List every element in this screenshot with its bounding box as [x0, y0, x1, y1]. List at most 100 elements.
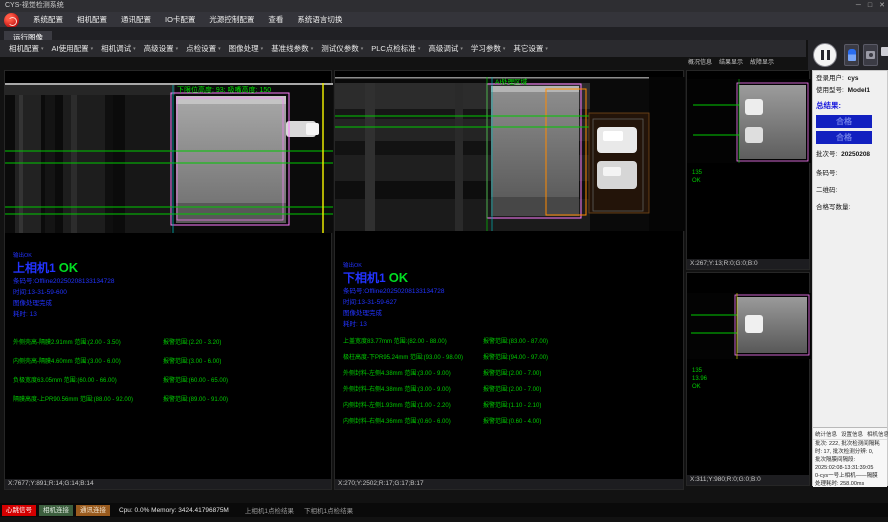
measurement-row: 极柱高度-下PR95.24mm 范围:(93.00 - 98.00) 报警范围:…	[343, 350, 679, 366]
lock-icon	[881, 47, 888, 56]
camera-name: 上相机1	[13, 261, 56, 275]
thumbnail-overlay-text: 135 OK	[692, 169, 702, 185]
toolbar-item-ai-config[interactable]: AI使用配置	[48, 43, 98, 54]
toolbar-item-spot-check-settings[interactable]: 点检设置	[182, 43, 225, 54]
tab-settings-info[interactable]: 设置信息	[841, 430, 863, 438]
menu-item-system-config[interactable]: 系统配置	[26, 12, 70, 27]
elapsed-line: 耗时: 13	[343, 319, 679, 330]
pixel-coordinates-readout: X:311;Y:980;R:0;G:0;B:0	[687, 475, 809, 485]
stat-line: 2025:02:08-13:31:39:05	[813, 464, 887, 472]
window-title: CYS-视觉检测系统	[5, 2, 64, 9]
toolbar-item-camera-debug[interactable]: 相机调试	[97, 43, 140, 54]
measurement-row: 内侧壳高-隔膜4.60mm 范围:(3.00 - 6.00) 报警范围:(3.0…	[13, 353, 327, 372]
top-camera-check-button[interactable]: 上相机1点检结果	[245, 505, 294, 515]
toolbar-item-image-processing[interactable]: 图像处理	[225, 43, 268, 54]
pause-icon	[827, 50, 830, 60]
measurement-list: 上盖宽度83.77mm 范围:(82.00 - 88.00) 报警范围:(83.…	[343, 334, 679, 430]
tab-fault-display[interactable]: 故障显示	[750, 57, 774, 70]
stat-line: 0-cys一号上相机——隔膜	[813, 472, 887, 480]
toolbar-item-learning-params[interactable]: 学习参数	[467, 43, 510, 54]
statistics-tabs: 统计信息 设置信息 相机信息	[813, 428, 887, 440]
status-bar: 心跳信号 相机连接 通讯连接 Cpu: 0.0% Memory: 3424.41…	[0, 503, 888, 517]
menu-item-camera-config[interactable]: 相机配置	[70, 12, 114, 27]
total-result-box-top: 合格	[816, 115, 872, 128]
barcode-label: 条码号:	[816, 170, 837, 177]
measurement-row: 外侧封料-左侧4.38mm 范围:(3.00 - 9.00) 报警范围:(2.0…	[343, 366, 679, 382]
maximize-button[interactable]: □	[868, 0, 872, 12]
menu-bar: 系统配置 相机配置 通讯配置 IO卡配置 光源控制配置 查看 系统语言切换	[0, 12, 888, 27]
barcode-line: 条码号:Offline20250208133134728	[343, 286, 679, 297]
measurement-row: 外侧壳高-隔膜2.91mm 范围:(2.00 - 3.50) 报警范围:(2.2…	[13, 334, 327, 353]
toolbar-item-camera-config[interactable]: 相机配置	[5, 43, 48, 54]
heartbeat-indicator: 心跳信号	[2, 505, 36, 516]
barcode-line: 条码号:Offline20250208133134728	[13, 276, 327, 287]
camera-view-bottom: AI处理区域 输出OK 下相机1OK 条码号:Offline2025020813…	[334, 70, 684, 490]
result-block-bottom-camera: 输出OK 下相机1OK 条码号:Offline20250208133134728…	[343, 263, 679, 430]
small-view-tabs: 概况信息 结果显示 故障显示	[688, 57, 808, 70]
stat-line: 批次隔膜间隔段:	[813, 456, 887, 464]
camera-image-bottom[interactable]: AI处理区域	[335, 77, 685, 231]
measurement-row: 上盖宽度83.77mm 范围:(82.00 - 88.00) 报警范围:(83.…	[343, 334, 679, 350]
result-note: 输出OK	[343, 263, 679, 270]
statistics-panel: 统计信息 设置信息 相机信息 批次: 222, 批次检测间隔耗 时: 17, 批…	[813, 427, 887, 487]
pass-count-row: 合格写数量:	[813, 195, 887, 212]
pause-icon	[821, 50, 824, 60]
thumbnail-image-top[interactable]	[687, 79, 811, 163]
thumbnail-overlay-text: 135 13.96 OK	[692, 367, 707, 391]
minimize-button[interactable]: ─	[856, 0, 861, 12]
overlay-text-ai-region: AI处理区域	[495, 77, 528, 86]
control-cluster	[808, 40, 888, 70]
camera-view-top: 下限位高度: 93; 吸嘴高度: 150 输出OK 上相机1OK 条码号:Off…	[4, 70, 332, 490]
comm-link-indicator: 通讯连接	[76, 505, 110, 516]
toolbar-item-plc-check-standard[interactable]: PLC点检标准	[367, 43, 424, 54]
title-bar: CYS-视觉检测系统 ─ □ ✕	[0, 0, 888, 12]
user-icon	[848, 49, 856, 61]
camera-image-top[interactable]: 下限位高度: 93; 吸嘴高度: 150	[5, 83, 333, 233]
stat-line: 处理耗时: 258.00ms	[813, 480, 887, 488]
login-user-label: 登录用户:	[816, 75, 844, 82]
tab-result-display[interactable]: 结果显示	[719, 57, 743, 70]
app-logo-icon	[4, 13, 19, 28]
tab-camera-info[interactable]: 相机信息	[867, 430, 888, 438]
qrcode-row: 二维码:	[813, 178, 887, 195]
cpu-memory-readout: Cpu: 0.0% Memory: 3424.41796875M	[119, 507, 229, 514]
time-line: 时间:13-31-59-600	[13, 287, 327, 298]
total-result-label: 总结果:	[813, 95, 887, 112]
tab-overview-info[interactable]: 概况信息	[688, 57, 712, 70]
menu-item-language-switch[interactable]: 系统语言切换	[290, 12, 349, 27]
pixel-coordinates-readout: X:267;Y:13;R:0;G:0;B:0	[687, 259, 809, 269]
tab-statistics-info[interactable]: 统计信息	[815, 430, 837, 438]
toolbar-item-other-settings[interactable]: 其它设置	[509, 43, 552, 54]
stat-line: 时: 17, 批次检测分辨: 0,	[813, 448, 887, 456]
batch-row: 批次号: 20250208	[813, 144, 887, 159]
measurement-row: 内侧封料-左侧1.93mm 范围:(1.00 - 2.20) 报警范围:(1.1…	[343, 398, 679, 414]
toolbar-item-tester-params[interactable]: 测试仪参数	[317, 43, 367, 54]
menu-item-io-config[interactable]: IO卡配置	[158, 12, 202, 27]
model-label: 使用型号:	[816, 87, 844, 94]
measurement-row: 内侧封料-右侧4.36mm 范围:(0.60 - 6.00) 报警范围:(0.6…	[343, 414, 679, 430]
app-window: CYS-视觉检测系统 ─ □ ✕ 系统配置 相机配置 通讯配置 IO卡配置 光源…	[0, 0, 888, 522]
camera-name: 下相机1	[343, 271, 386, 285]
result-block-top-camera: 输出OK 上相机1OK 条码号:Offline20250208133134728…	[13, 253, 327, 410]
menu-item-view[interactable]: 查看	[261, 12, 290, 27]
toolbar-item-baseline-params[interactable]: 基准线参数	[267, 43, 317, 54]
camera-button[interactable]	[863, 44, 878, 66]
result-title: 下相机1OK	[343, 270, 679, 286]
user-button[interactable]	[844, 44, 859, 66]
elapsed-line: 耗时: 13	[13, 309, 327, 320]
status-badge: OK	[389, 270, 409, 285]
menu-item-light-config[interactable]: 光源控制配置	[202, 12, 261, 27]
toolbar-item-advanced-settings[interactable]: 高级设置	[140, 43, 183, 54]
close-button[interactable]: ✕	[879, 0, 885, 12]
login-user-value: cys	[848, 75, 859, 82]
menu-item-comm-config[interactable]: 通讯配置	[114, 12, 158, 27]
overlay-text-top-limits: 下限位高度: 93; 吸嘴高度: 150	[177, 85, 271, 94]
pass-count-label: 合格写数量:	[816, 204, 850, 211]
thumbnail-image-bottom[interactable]	[687, 293, 811, 359]
bottom-camera-check-button[interactable]: 下相机1点检结果	[304, 505, 353, 515]
toolbar-item-advanced-debug[interactable]: 高级调试	[424, 43, 467, 54]
pixel-coordinates-readout: X:270;Y:2502;R:17;G:17;B:17	[335, 479, 683, 489]
pause-button[interactable]	[813, 43, 837, 67]
model-value: Model1	[848, 87, 870, 94]
model-row: 使用型号: Model1	[813, 83, 887, 95]
